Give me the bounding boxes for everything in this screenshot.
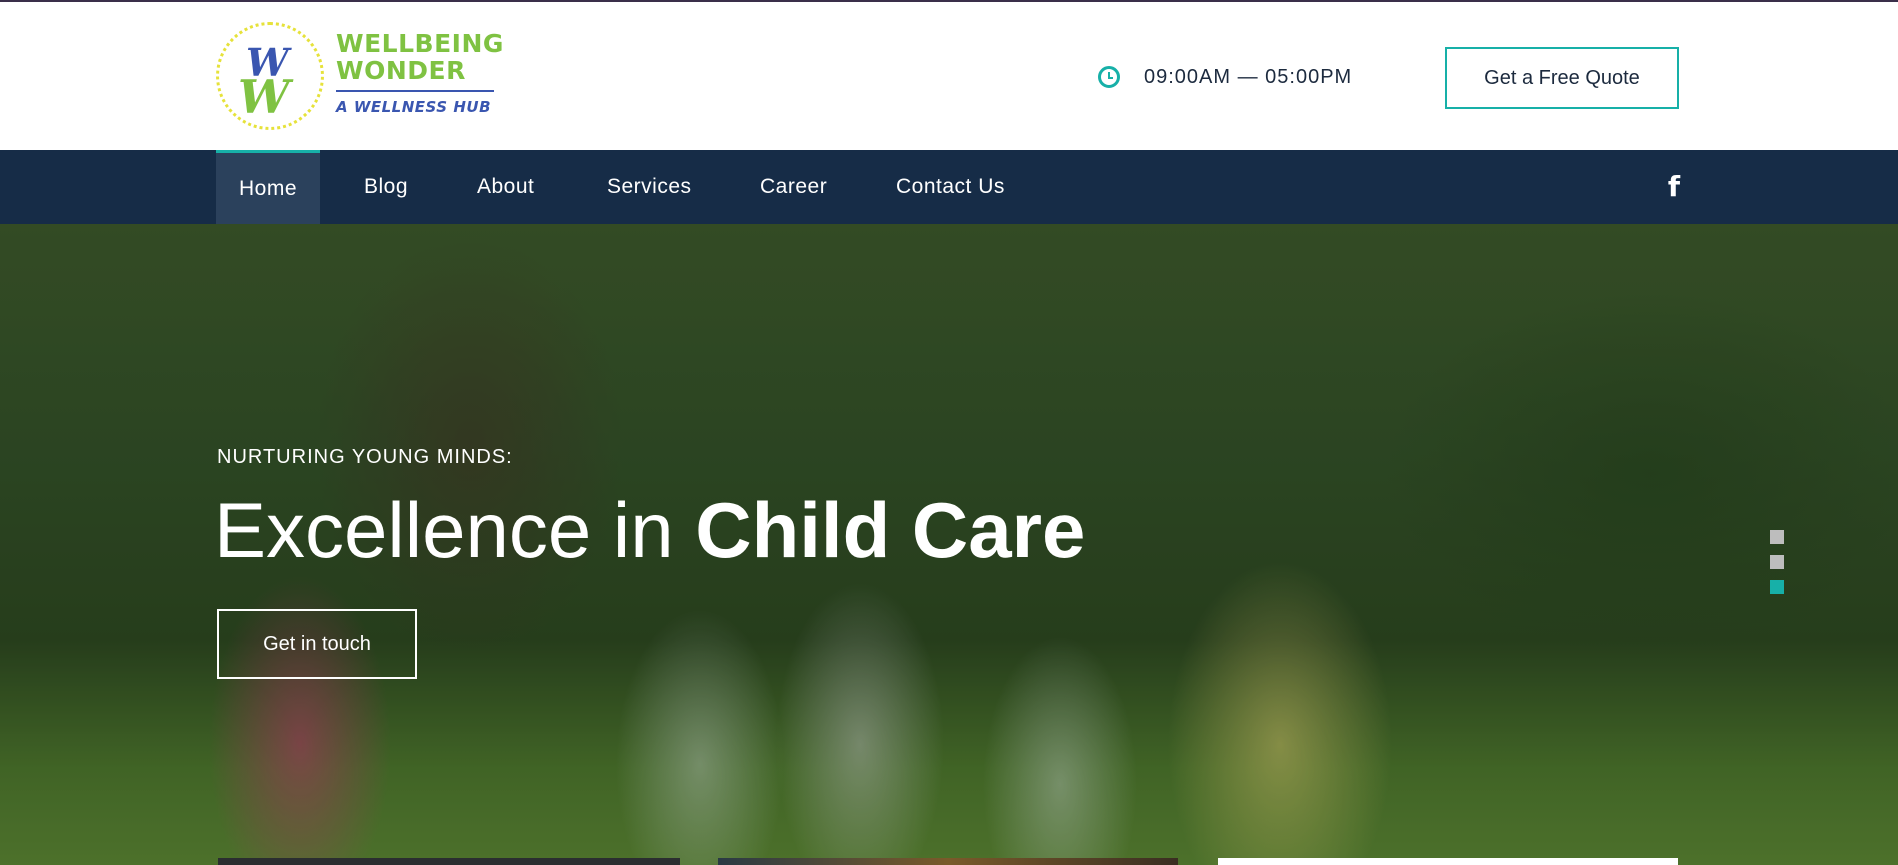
hero-title-bold: Child Care (695, 486, 1086, 574)
hero-slider: NURTURING YOUNG MINDS: Excellence in Chi… (0, 224, 1898, 865)
brand-logo[interactable]: W W WELLBEING WONDER A WELLNESS HUB (216, 20, 506, 136)
logo-text: WELLBEING WONDER A WELLNESS HUB (336, 30, 504, 116)
brand-tagline: A WELLNESS HUB (336, 98, 492, 116)
get-in-touch-button[interactable]: Get in touch (217, 609, 417, 679)
logo-divider (336, 90, 494, 92)
main-navigation: Home Blog About Services Career Contact … (0, 150, 1898, 224)
hero-title-light: Excellence in (214, 486, 696, 574)
slider-pagination (1770, 530, 1784, 605)
slider-dot-3[interactable] (1770, 580, 1784, 594)
feature-cards-peek (0, 858, 1898, 865)
nav-item-about[interactable]: About (477, 150, 534, 224)
clock-icon (1098, 66, 1120, 88)
feature-card-2[interactable] (718, 858, 1178, 865)
slider-dot-1[interactable] (1770, 530, 1784, 544)
nav-item-blog[interactable]: Blog (364, 150, 408, 224)
slider-dot-2[interactable] (1770, 555, 1784, 569)
hero-title: Excellence in Child Care (214, 482, 1085, 578)
brand-name-line2: WONDER (336, 56, 466, 85)
hero-kicker: NURTURING YOUNG MINDS: (217, 446, 513, 468)
nav-item-career[interactable]: Career (760, 150, 827, 224)
feature-card-1[interactable] (218, 858, 680, 865)
feature-card-3[interactable] (1218, 858, 1678, 865)
logo-mark-bottom: W (238, 70, 290, 124)
nav-item-services[interactable]: Services (607, 150, 692, 224)
opening-hours: 09:00AM — 05:00PM (1098, 62, 1352, 92)
brand-name-line1: WELLBEING (336, 29, 504, 58)
nav-item-home[interactable]: Home (216, 150, 320, 224)
free-quote-button[interactable]: Get a Free Quote (1445, 47, 1679, 109)
nav-item-contact-us[interactable]: Contact Us (896, 150, 1005, 224)
site-header: W W WELLBEING WONDER A WELLNESS HUB 09:0… (0, 2, 1898, 150)
opening-hours-text: 09:00AM — 05:00PM (1144, 65, 1353, 88)
facebook-icon[interactable]: f (1664, 172, 1684, 202)
